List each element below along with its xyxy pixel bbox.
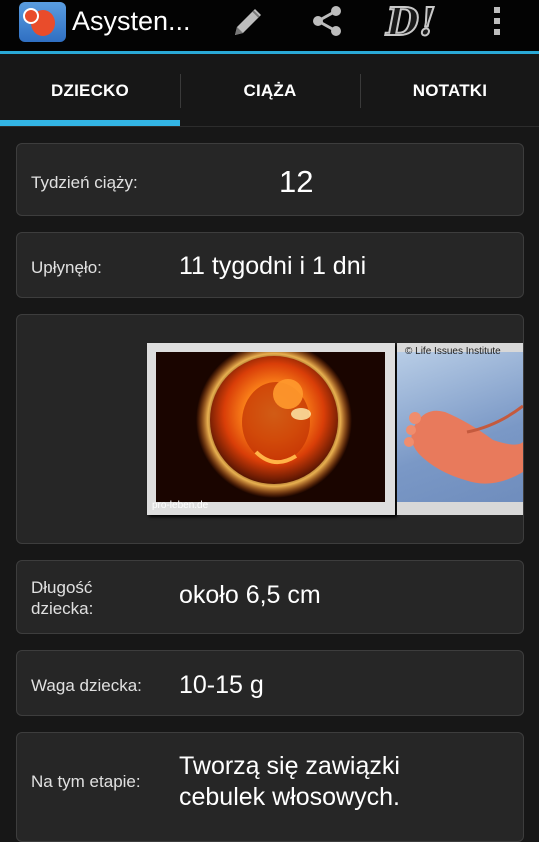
app-icon[interactable] — [19, 2, 66, 42]
fetus-image[interactable]: pro-leben.de — [147, 343, 395, 515]
di-logo-icon: D! — [385, 0, 437, 45]
baby-length-value: około 6,5 cm — [179, 581, 321, 609]
tab-ciaza[interactable]: CIĄŻA — [180, 54, 360, 127]
tabs-divider — [0, 126, 539, 127]
baby-length-label: Długość dziecka: — [31, 578, 94, 618]
development-stage-label: Na tym etapie: — [31, 772, 141, 791]
baby-length-card: Długość dziecka: około 6,5 cm — [16, 560, 524, 634]
tab-bar: DZIECKO CIĄŻA NOTATKI — [0, 54, 539, 127]
image-credit: © Life Issues Institute — [405, 346, 501, 357]
baby-weight-label: Waga dziecka: — [31, 676, 142, 695]
tab-dziecko[interactable]: DZIECKO — [0, 54, 180, 127]
pencil-icon — [235, 9, 261, 35]
tab-notatki[interactable]: NOTATKI — [360, 54, 539, 127]
elapsed-value: 11 tygodni i 1 dni — [179, 252, 367, 280]
pregnancy-week-card: Tydzień ciąży: 12 — [16, 143, 524, 216]
development-stage-card: Na tym etapie: Tworzą się zawiązki cebul… — [16, 732, 524, 842]
development-stage-value: Tworzą się zawiązki cebulek włosowych. — [179, 752, 400, 811]
fetus-image-gallery[interactable]: pro-leben.de © Life Issues Institute — [16, 314, 524, 544]
share-icon — [313, 6, 341, 36]
elapsed-label: Upłynęło: — [31, 258, 102, 277]
image-watermark: pro-leben.de — [152, 500, 209, 511]
di-button[interactable]: D! — [385, 0, 437, 45]
fetus-image-next[interactable]: © Life Issues Institute — [397, 343, 523, 515]
elapsed-card: Upłynęło: 11 tygodni i 1 dni — [16, 232, 524, 298]
share-button[interactable] — [303, 0, 351, 42]
action-bar: Asysten... D! — [0, 0, 539, 51]
baby-weight-card: Waga dziecka: 10-15 g — [16, 650, 524, 716]
fetus-illustration — [156, 352, 385, 502]
overflow-menu-button[interactable] — [482, 0, 512, 42]
foot-illustration — [404, 404, 523, 484]
overflow-menu-icon — [494, 7, 500, 35]
pregnancy-week-label: Tydzień ciąży: — [31, 173, 138, 192]
baby-weight-value: 10-15 g — [179, 671, 264, 699]
edit-button[interactable] — [222, 0, 272, 42]
app-title[interactable]: Asysten... — [72, 6, 191, 37]
pregnancy-week-value: 12 — [279, 164, 314, 199]
